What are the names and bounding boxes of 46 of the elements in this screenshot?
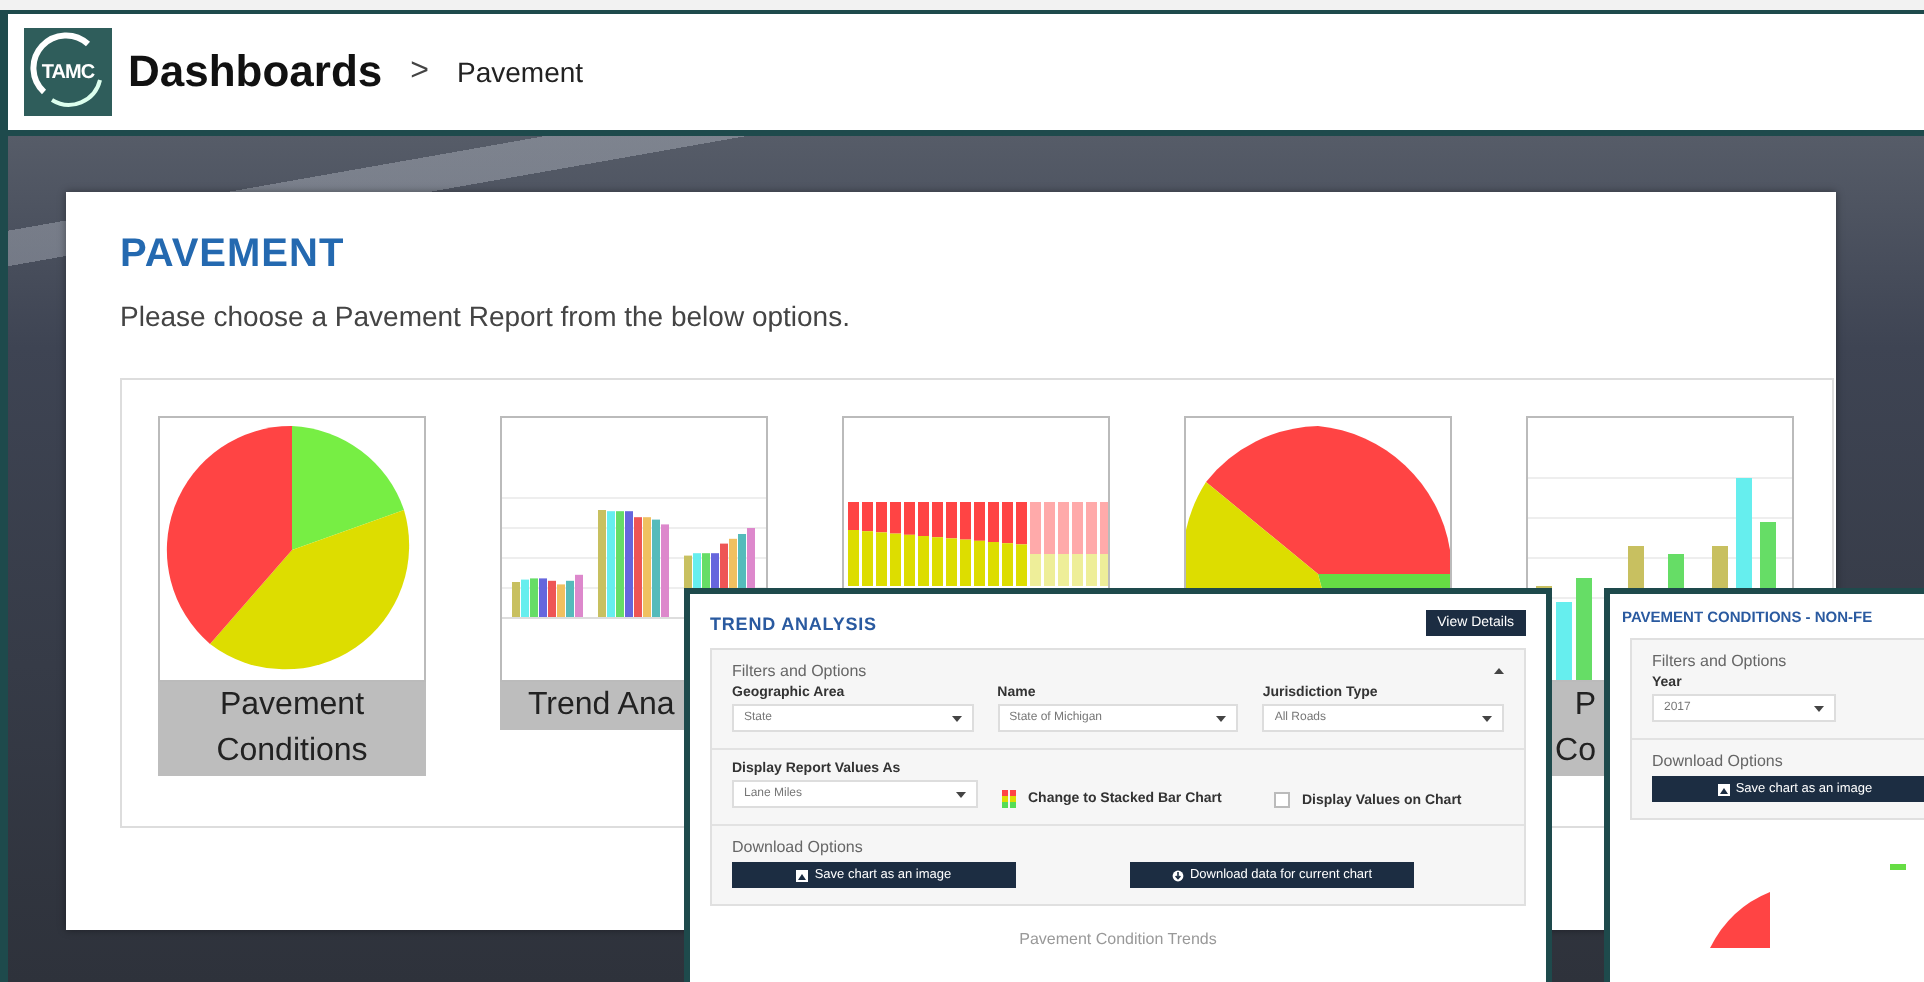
stacked-bar xyxy=(960,502,971,586)
section-heading: Filters and Options xyxy=(732,662,867,680)
page-title: PAVEMENT xyxy=(120,232,347,278)
stacked-bar xyxy=(988,502,999,586)
report-label[interactable]: Pavement Conditions xyxy=(158,682,426,776)
stacked-bar xyxy=(848,502,859,586)
stacked-bar xyxy=(862,502,873,586)
section-heading: Download Options xyxy=(732,838,863,856)
stacked-bar xyxy=(1100,502,1108,586)
logo-text: TAMC xyxy=(41,61,95,83)
image-icon xyxy=(796,869,809,881)
breadcrumb-current: Pavement xyxy=(457,56,584,88)
caret-icon xyxy=(1481,715,1492,721)
stacked-bar xyxy=(946,502,957,586)
checkbox[interactable] xyxy=(1274,792,1290,808)
dashboards-link[interactable]: Dashboards xyxy=(128,46,383,98)
page-description: Please choose a Pavement Report from the below options. xyxy=(120,300,852,332)
stacked-bar xyxy=(1072,502,1083,586)
caret-icon xyxy=(1216,715,1227,721)
stacked-bar xyxy=(1016,502,1027,586)
chart-title: Pavement Condition Trends xyxy=(1019,930,1217,948)
stacked-bar xyxy=(876,502,887,586)
caret-icon xyxy=(951,715,962,721)
stacked-bar xyxy=(1086,502,1097,586)
stacked-bar xyxy=(890,502,901,586)
caret-icon xyxy=(1814,705,1824,711)
stacked-bars-icon xyxy=(1002,790,1016,808)
collapse-toggle[interactable] xyxy=(1494,668,1504,674)
image-icon xyxy=(1717,783,1730,795)
breadcrumb-separator: > xyxy=(410,54,429,90)
stacked-bar xyxy=(1058,502,1069,586)
caret-icon xyxy=(1494,668,1504,674)
download-icon xyxy=(1171,869,1184,881)
stacked-bar xyxy=(1044,502,1055,586)
caret-icon xyxy=(956,791,966,797)
report-thumbnail[interactable] xyxy=(158,416,426,682)
stacked-bar xyxy=(974,502,985,586)
section-heading: Download Options xyxy=(1652,752,1783,770)
section-heading: Filters and Options xyxy=(1652,652,1787,670)
legend-swatch xyxy=(1890,864,1906,870)
stacked-bar xyxy=(1030,502,1041,586)
stacked-bar xyxy=(918,502,929,586)
stacked-bar xyxy=(932,502,943,586)
preview-title: TREND ANALYSIS xyxy=(710,613,877,633)
stacked-bar xyxy=(1002,502,1013,586)
stacked-bar xyxy=(904,502,915,586)
